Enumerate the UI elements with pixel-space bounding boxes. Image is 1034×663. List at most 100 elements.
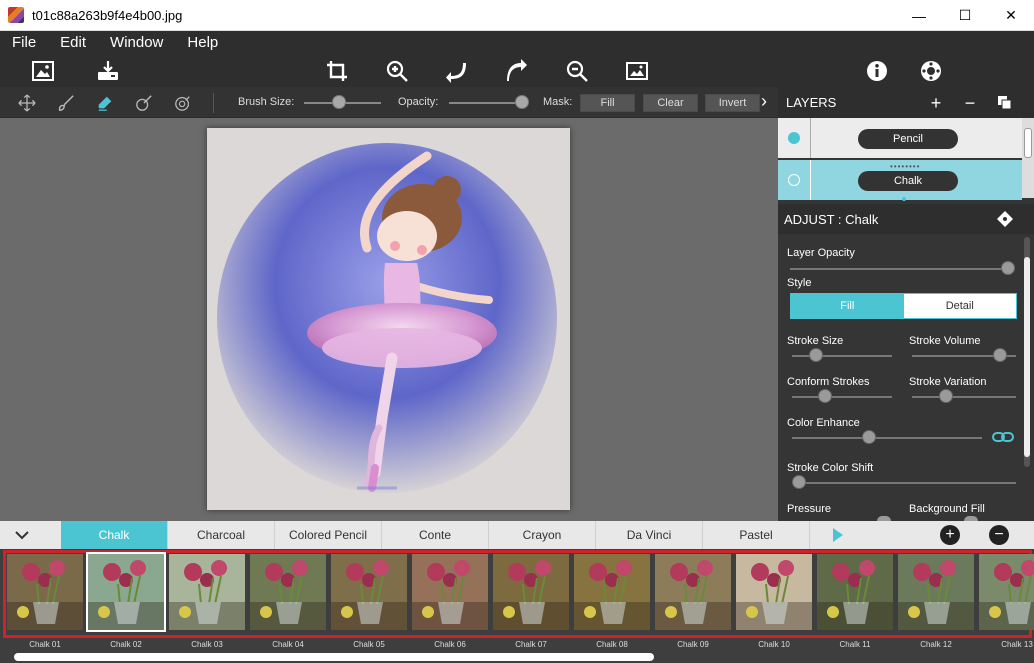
preset-thumbnail[interactable]: [7, 554, 83, 630]
remove-layer-button[interactable]: −: [960, 93, 980, 113]
layers-scrollbar[interactable]: [1022, 118, 1034, 198]
layer-row-pencil[interactable]: Pencil: [778, 118, 1022, 158]
preset-thumbnail[interactable]: [655, 554, 731, 630]
drag-handle-icon[interactable]: ••••••••: [890, 162, 920, 171]
preset-thumbnail[interactable]: [817, 554, 893, 630]
title-bar: t01c88a263b9f4e4b00.jpg — ☐ ✕: [0, 0, 1034, 31]
color-enhance-slider[interactable]: [862, 430, 877, 444]
preset-thumbnail[interactable]: [86, 552, 166, 632]
stroke-volume-slider[interactable]: [993, 348, 1007, 362]
open-image-icon[interactable]: [30, 58, 56, 84]
stroke-color-shift-slider[interactable]: [792, 475, 806, 489]
smudge-tool-icon[interactable]: [173, 93, 193, 113]
app-icon: [8, 7, 24, 23]
layer-opacity-slider[interactable]: [1001, 261, 1015, 275]
opacity-track[interactable]: [449, 102, 525, 104]
adjust-scrollbar[interactable]: [1024, 237, 1030, 467]
resize-handle[interactable]: [902, 197, 906, 201]
menu-edit[interactable]: Edit: [48, 31, 98, 55]
info-icon[interactable]: [864, 58, 890, 84]
preset-thumbnail[interactable]: [331, 554, 407, 630]
stroke-size-track[interactable]: [792, 355, 892, 357]
stroke-variation-label: Stroke Variation: [909, 376, 987, 388]
preset-thumbnail[interactable]: [736, 554, 812, 630]
layers-scrollbar-thumb[interactable]: [1024, 128, 1032, 158]
reset-adjust-icon[interactable]: [996, 210, 1014, 231]
mask-invert-button[interactable]: Invert: [705, 94, 760, 112]
tab-crayon[interactable]: Crayon: [489, 521, 596, 549]
adjust-scrollbar-thumb[interactable]: [1024, 257, 1030, 457]
preset-thumbnail[interactable]: [574, 554, 650, 630]
duplicate-layer-icon[interactable]: [995, 93, 1015, 113]
minimize-button[interactable]: —: [896, 0, 942, 31]
layer-name-pencil[interactable]: Pencil: [858, 129, 958, 149]
stroke-variation-slider[interactable]: [939, 389, 953, 403]
brush-stroke-icon[interactable]: [134, 93, 154, 113]
more-options-arrow[interactable]: ›: [761, 91, 767, 112]
preset-thumbnail[interactable]: [979, 554, 1034, 630]
zoom-out-icon[interactable]: [564, 58, 590, 84]
color-enhance-track[interactable]: [792, 437, 982, 439]
mask-fill-button[interactable]: Fill: [580, 94, 635, 112]
preset-thumbnail[interactable]: [412, 554, 488, 630]
collapse-chevron-icon[interactable]: [12, 525, 32, 545]
stroke-variation-track[interactable]: [912, 396, 1016, 398]
save-icon[interactable]: [95, 58, 121, 84]
style-detail-option[interactable]: Detail: [903, 294, 1016, 318]
conform-strokes-slider[interactable]: [817, 389, 832, 403]
stroke-color-shift-track[interactable]: [792, 482, 1016, 484]
eraser-tool-icon[interactable]: [95, 93, 115, 113]
stroke-size-slider[interactable]: [809, 348, 824, 362]
layer-row-chalk[interactable]: •••••••• Chalk: [778, 160, 1022, 200]
preset-thumbnail[interactable]: [898, 554, 974, 630]
tab-chalk[interactable]: Chalk: [61, 521, 168, 549]
preset-label: Chalk 12: [920, 640, 952, 649]
layer-name-chalk[interactable]: Chalk: [858, 171, 958, 191]
mask-label: Mask:: [543, 96, 573, 108]
add-preset-button[interactable]: +: [940, 525, 960, 545]
layer-opacity-track[interactable]: [790, 268, 1015, 270]
ballerina-artwork[interactable]: [207, 128, 570, 510]
menu-file[interactable]: File: [0, 31, 48, 55]
tab-charcoal[interactable]: Charcoal: [168, 521, 275, 549]
menu-bar: File Edit Window Help: [0, 31, 1034, 55]
tab-conte[interactable]: Conte: [382, 521, 489, 549]
mask-clear-button[interactable]: Clear: [643, 94, 698, 112]
style-toggle[interactable]: Fill Detail: [790, 293, 1017, 319]
opacity-slider[interactable]: [515, 95, 529, 109]
brush-size-slider[interactable]: [331, 95, 346, 109]
adjust-header: ADJUST : Chalk: [778, 204, 1034, 234]
tab-pastel[interactable]: Pastel: [703, 521, 810, 549]
move-tool-icon[interactable]: [17, 93, 37, 113]
flower-vase-thumbnail-icon: [250, 554, 326, 630]
undo-icon[interactable]: [444, 58, 470, 84]
canvas-area[interactable]: [0, 118, 778, 521]
preset-thumbnail[interactable]: [250, 554, 326, 630]
layer-visibility-toggle[interactable]: [788, 132, 800, 144]
preset-thumbnail[interactable]: [493, 554, 569, 630]
layer-divider: [810, 118, 811, 158]
tabs-next-icon[interactable]: [828, 525, 848, 545]
preset-thumbnail[interactable]: [169, 554, 245, 630]
style-fill-option[interactable]: Fill: [791, 294, 904, 318]
close-button[interactable]: ✕: [988, 0, 1034, 31]
remove-preset-button[interactable]: −: [989, 525, 1009, 545]
fit-image-icon[interactable]: [624, 58, 650, 84]
flower-vase-thumbnail-icon: [493, 554, 569, 630]
settings-icon[interactable]: [918, 58, 944, 84]
menu-help[interactable]: Help: [175, 31, 230, 55]
tab-colored-pencil[interactable]: Colored Pencil: [275, 521, 382, 549]
flower-vase-thumbnail-icon: [412, 554, 488, 630]
brush-tool-icon[interactable]: [56, 93, 76, 113]
add-layer-button[interactable]: +: [926, 93, 946, 113]
tab-da-vinci[interactable]: Da Vinci: [596, 521, 703, 549]
layer-visibility-toggle[interactable]: [788, 174, 800, 186]
menu-window[interactable]: Window: [98, 31, 175, 55]
presets-scrollbar[interactable]: [14, 653, 654, 661]
maximize-button[interactable]: ☐: [942, 0, 988, 31]
crop-icon[interactable]: [324, 58, 350, 84]
conform-strokes-track[interactable]: [792, 396, 892, 398]
link-icon[interactable]: [992, 431, 1014, 446]
redo-icon[interactable]: [504, 58, 530, 84]
zoom-in-icon[interactable]: [384, 58, 410, 84]
